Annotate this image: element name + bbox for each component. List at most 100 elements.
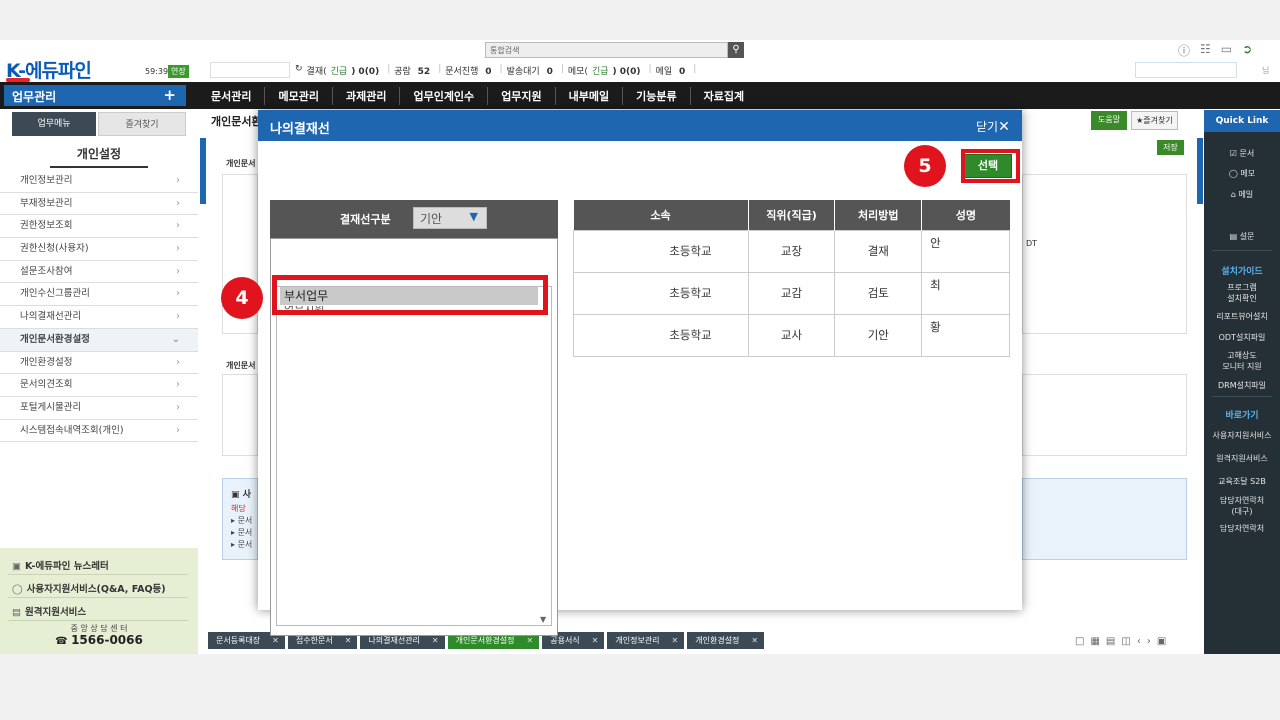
col-position: 직위(직급): [748, 200, 836, 230]
sidebar-collapse-handle[interactable]: [200, 138, 206, 204]
scroll-down-icon[interactable]: ▼: [540, 615, 546, 624]
status-memo[interactable]: 메모(긴급) 0(0): [568, 64, 641, 77]
tab-work-menu[interactable]: 업무메뉴: [12, 112, 96, 136]
modal-close-button[interactable]: 닫기✕: [976, 118, 1010, 135]
cell-method: 결재: [834, 229, 923, 273]
refresh-icon[interactable]: ↻: [295, 64, 303, 77]
call-center-phone: ☎ 1566-0066: [55, 633, 143, 647]
nav-handover[interactable]: 업무인계인수: [400, 87, 489, 105]
quick-hires[interactable]: 고해상도 모니터 지원: [1204, 350, 1280, 372]
sidebar-item[interactable]: 개인수신그룹관리 ›: [0, 283, 198, 307]
quick-link-memo[interactable]: ◯ 메모: [1204, 168, 1280, 179]
close-icon[interactable]: ✕: [592, 636, 599, 645]
nav-task[interactable]: 과제관리: [333, 87, 401, 105]
tab-favorites[interactable]: 즐겨찾기: [98, 112, 186, 136]
sidebar-list: 개인정보관리 › 부재정보관리 › 권한정보조회 › 권한신청(사용자) › 설문조사참…: [0, 170, 198, 443]
remote-support-link[interactable]: ▤ 원격지원서비스: [12, 604, 86, 618]
monitor-icon[interactable]: ▭: [1221, 42, 1232, 59]
nav-function[interactable]: 기능분류: [623, 87, 691, 105]
cell-position: 교사: [747, 313, 836, 357]
sidebar-item[interactable]: 문서의견조회 ›: [0, 374, 198, 397]
close-icon[interactable]: ✕: [345, 636, 352, 645]
sidebar-item[interactable]: 권한정보조회 ›: [0, 215, 198, 239]
single-view-icon[interactable]: □: [1075, 636, 1084, 647]
row-view-icon[interactable]: ▤: [1106, 636, 1115, 647]
favorite-button[interactable]: ★즐겨찾기: [1131, 111, 1178, 130]
sidebar-item[interactable]: 포털게시물관리 ›: [0, 397, 198, 420]
close-icon[interactable]: ✕: [272, 636, 279, 645]
cell-name: 안: [921, 229, 1010, 273]
table-row[interactable]: 초등학교 교감 검토 최: [573, 271, 1010, 315]
next-icon[interactable]: ›: [1147, 636, 1151, 647]
close-icon[interactable]: ✕: [527, 636, 534, 645]
nav-data[interactable]: 자료집계: [691, 87, 757, 105]
chevron-right-icon: ›: [176, 311, 180, 323]
quick-contact-daegu[interactable]: 담당자연락처 (대구): [1204, 495, 1280, 517]
help-button[interactable]: 도움말: [1091, 111, 1128, 130]
quicklink-collapse-handle[interactable]: [1197, 138, 1203, 204]
close-icon[interactable]: ✕: [672, 636, 679, 645]
status-approval[interactable]: 결재(긴급) 0(0): [307, 64, 380, 77]
table-row[interactable]: 초등학교 교사 기안 황: [573, 313, 1010, 357]
extend-session-button[interactable]: 연장: [168, 65, 189, 78]
panel-label: 개인문서: [226, 361, 256, 370]
status-in-progress[interactable]: 문서진행 0: [445, 64, 491, 77]
org-chart-icon[interactable]: ☷: [1200, 42, 1211, 59]
quick-contact[interactable]: 담당자연락처: [1204, 523, 1280, 534]
support-link[interactable]: ◯ 사용자지원서비스(Q&A, FAQ등): [12, 581, 166, 595]
quick-link-document[interactable]: ☑ 문서: [1204, 148, 1280, 159]
sidebar-item[interactable]: 시스템접속내역조회(개인) ›: [0, 420, 198, 443]
nav-document[interactable]: 문서관리: [198, 87, 266, 105]
help-icon[interactable]: ⓘ: [1178, 42, 1190, 59]
open-tab[interactable]: 개인정보관리 ✕: [607, 632, 685, 649]
save-button[interactable]: 저장: [1157, 140, 1184, 155]
logo[interactable]: K-에듀파인: [6, 56, 92, 83]
nav-support[interactable]: 업무지원: [488, 87, 556, 105]
search-icon[interactable]: ⚲: [728, 42, 744, 58]
status-send-wait[interactable]: 발송대기 0: [507, 64, 553, 77]
quick-drm[interactable]: DRM설치파일: [1204, 380, 1280, 391]
quick-install-check[interactable]: 프로그램 설치확인: [1204, 282, 1280, 304]
sidebar-item[interactable]: 개인환경설정 ›: [0, 352, 198, 375]
quick-s2b[interactable]: 교육조달 S2B: [1204, 476, 1280, 487]
sidebar-item[interactable]: 나의결재선관리 ›: [0, 306, 198, 329]
sidebar-title: 개인설정: [76, 147, 122, 161]
quick-link-survey[interactable]: ▤ 설문: [1204, 231, 1280, 242]
notice-icon: ▣: [231, 490, 243, 500]
plus-icon[interactable]: +: [163, 86, 176, 104]
work-menu-toggle[interactable]: 업무관리 +: [4, 85, 186, 106]
logout-icon[interactable]: ➲: [1242, 42, 1252, 59]
grid-view-icon[interactable]: ▦: [1090, 636, 1099, 647]
session-timer: 59:39: [145, 67, 169, 76]
close-icon[interactable]: ✕: [751, 636, 758, 645]
status-circulation[interactable]: 공람 52: [394, 64, 430, 77]
window-icon[interactable]: ▣: [1157, 636, 1166, 647]
line-type-select[interactable]: 기안 ▼: [413, 207, 487, 229]
close-icon[interactable]: ✕: [432, 636, 439, 645]
dropdown-arrow-icon: ▼: [469, 210, 478, 223]
quick-remote-support[interactable]: 원격지원서비스: [1204, 453, 1280, 464]
status-mail[interactable]: 메일 0: [656, 64, 686, 77]
sidebar-item[interactable]: 부재정보관리 ›: [0, 193, 198, 216]
open-tab[interactable]: 개인환경설정 ✕: [687, 632, 765, 649]
line-type-header: 결재선구분 기안 ▼: [270, 200, 558, 238]
quick-user-support[interactable]: 사용자지원서비스: [1204, 430, 1280, 441]
sidebar-item-selected[interactable]: 개인문서환경설정 ⌄: [0, 328, 198, 352]
prev-icon[interactable]: ‹: [1137, 636, 1141, 647]
step-badge-4: 4: [221, 277, 263, 319]
close-icon[interactable]: ✕: [998, 119, 1010, 135]
table-row[interactable]: 초등학교 교장 결재 안: [573, 229, 1010, 273]
nav-mail[interactable]: 내부메일: [556, 87, 624, 105]
nav-memo[interactable]: 메모관리: [265, 87, 333, 105]
quick-link-title: Quick Link: [1204, 110, 1280, 132]
sidebar-item[interactable]: 권한신청(사용자) ›: [0, 238, 198, 261]
quick-report-viewer[interactable]: 리포트뷰어설치: [1204, 311, 1280, 322]
global-search-input[interactable]: 통합검색: [485, 42, 728, 58]
sidebar-item[interactable]: 설문조사참여 ›: [0, 261, 198, 284]
newsletter-link[interactable]: ▣ K-에듀파인 뉴스레터: [12, 558, 109, 572]
settings-panel-2: [222, 374, 258, 456]
sidebar-item[interactable]: 개인정보관리 ›: [0, 170, 198, 193]
quick-odt[interactable]: ODT설치파일: [1204, 332, 1280, 343]
column-view-icon[interactable]: ◫: [1121, 636, 1130, 647]
quick-link-mail[interactable]: ⌂ 메일: [1204, 189, 1280, 200]
